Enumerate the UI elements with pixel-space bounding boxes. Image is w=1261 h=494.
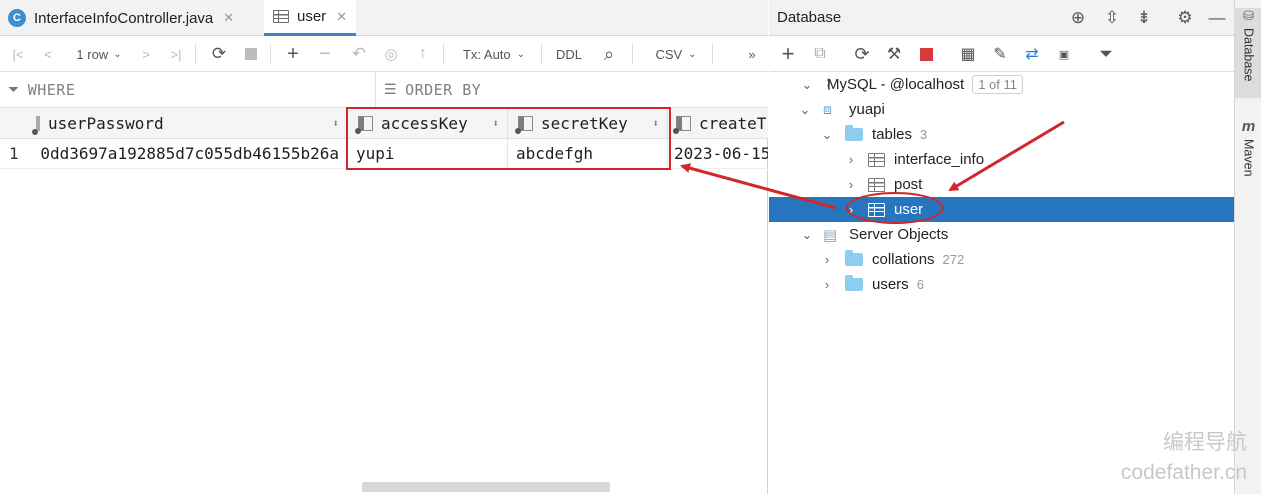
annotation-arrow — [680, 163, 837, 210]
annotation-arrow — [948, 120, 1065, 192]
watermark: 编程导航 codefather.cn — [1121, 428, 1247, 488]
annotation-arrows — [680, 120, 1065, 210]
watermark-line: 编程导航 — [1163, 431, 1247, 454]
watermark-line: codefather.cn — [1120, 461, 1247, 484]
